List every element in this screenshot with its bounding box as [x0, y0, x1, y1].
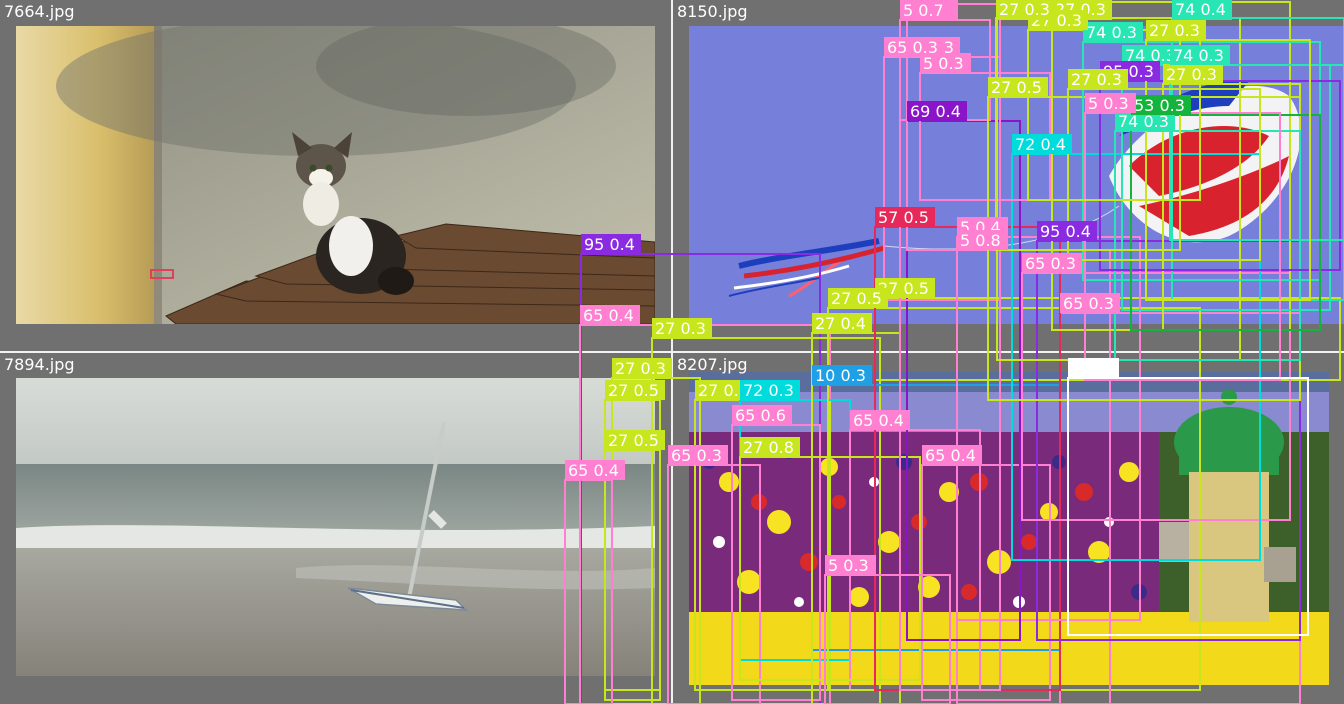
detection-box [921, 464, 1051, 701]
detection-box [1067, 377, 1309, 636]
detection-label: 65 0.4 [925, 446, 976, 465]
detection-box [827, 307, 1201, 691]
detection-box [731, 424, 821, 701]
detection-label: 27 0.3 [1071, 70, 1122, 89]
detection-label: 27 0.5 [608, 431, 659, 450]
detection-label: 65 0.3 [1025, 254, 1076, 273]
detection-label: 27 0.3 [655, 319, 706, 338]
detection-label: 65 0.4 [853, 411, 904, 430]
detection-label: 10 0.3 [815, 366, 866, 385]
detection-label: 72 0.3 [743, 381, 794, 400]
detection-label: 27 0.5 [608, 381, 659, 400]
detection-label: 53 0.3 [1134, 96, 1185, 115]
detection-label: 65 0.6 [735, 406, 786, 425]
detection-label: 57 0.5 [878, 208, 929, 227]
detection-label: 72 0.4 [1015, 135, 1066, 154]
detection-label: 27 0.3 [1166, 65, 1217, 84]
detection-label: 65 0.3 [1063, 294, 1114, 313]
detection-label: 69 0.4 [910, 102, 961, 121]
detection-label: 27 0.8 [743, 438, 794, 457]
detection-label: 65 0.4 [568, 461, 619, 480]
detection-label: 95 0.4 [584, 235, 635, 254]
detection-label: 27 0.3 [1149, 21, 1200, 40]
detection-label: 27 0.3 [615, 359, 666, 378]
detection-box [667, 464, 761, 704]
detection-label: 95 0.4 [1040, 222, 1091, 241]
detection-box [883, 56, 1001, 301]
detection-label: 27 0.5 [831, 289, 882, 308]
detection-box [1169, 64, 1344, 241]
detection-label: 27 0.5 [991, 78, 1042, 97]
detection-label: 74 0.3 [1173, 46, 1224, 65]
detection-label: 65 0.3 [671, 446, 722, 465]
detection-box [611, 377, 701, 704]
detection-label: 74 0.4 [1175, 0, 1226, 19]
detection-label: 27 0.3 [999, 0, 1050, 19]
detection-label: 27 0.4 [815, 314, 866, 333]
detection-label: 5 0.3 [923, 54, 964, 73]
detection-label: 5 0.8 [960, 231, 1001, 250]
detection-label: 2 0.3 [1071, 359, 1112, 378]
detection-overlay: 95 0.4 65 0.4 27 0.3 27 0.3 27 0.5 27 0.5 65 0… [564, 0, 1344, 704]
detection-box [1114, 130, 1301, 361]
detection-label: 5 0.3 [828, 556, 869, 575]
detection-label: 5 0.3 [1088, 94, 1129, 113]
detection-label: 74 0.3 [1086, 23, 1137, 42]
detection-label: 5 0.7 [903, 1, 944, 20]
detection-label: 65 0.4 [583, 306, 634, 325]
